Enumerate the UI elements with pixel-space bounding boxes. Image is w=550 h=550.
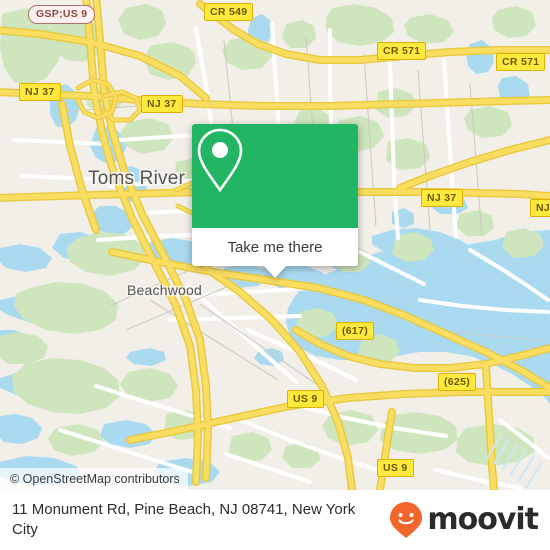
road-shield-cr571-west: CR 571 xyxy=(377,42,427,60)
moovit-smiley-pin-icon xyxy=(390,502,423,538)
road-shield-nj37-west: NJ 37 xyxy=(19,83,61,101)
take-me-there-button[interactable]: Take me there xyxy=(192,228,358,266)
card-pin-panel xyxy=(192,124,358,228)
map-pin-icon xyxy=(197,128,243,193)
road-shield-cr571-east: CR 571 xyxy=(496,53,546,71)
road-shield-gsp-us9: GSP;US 9 xyxy=(28,5,96,24)
map-screenshot: Toms River Beachwood GSP;US 9 CR 549 CR … xyxy=(0,0,550,550)
take-me-there-label: Take me there xyxy=(227,238,323,256)
moovit-wordmark: moovit xyxy=(427,502,539,537)
map-canvas[interactable]: Toms River Beachwood GSP;US 9 CR 549 CR … xyxy=(0,0,550,490)
road-shield-us9-center: US 9 xyxy=(287,390,324,408)
road-shield-nj-edge: NJ xyxy=(530,199,550,217)
osm-attribution[interactable]: © OpenStreetMap contributors xyxy=(0,468,188,490)
road-shield-cr549: CR 549 xyxy=(204,3,254,21)
road-shield-nj37-east: NJ 37 xyxy=(421,189,463,207)
address-text: 11 Monument Rd, Pine Beach, NJ 08741, Ne… xyxy=(12,501,356,538)
moovit-brand[interactable]: moovit xyxy=(389,501,539,539)
take-me-there-card[interactable]: Take me there xyxy=(192,124,358,278)
card-pointer xyxy=(263,265,287,278)
road-shield-617: (617) xyxy=(336,322,375,340)
road-shield-nj37-center: NJ 37 xyxy=(141,95,183,113)
footer-bar: 11 Monument Rd, Pine Beach, NJ 08741, Ne… xyxy=(0,490,550,550)
road-shield-625: (625) xyxy=(438,373,477,391)
road-shield-us9-south: US 9 xyxy=(377,459,414,477)
